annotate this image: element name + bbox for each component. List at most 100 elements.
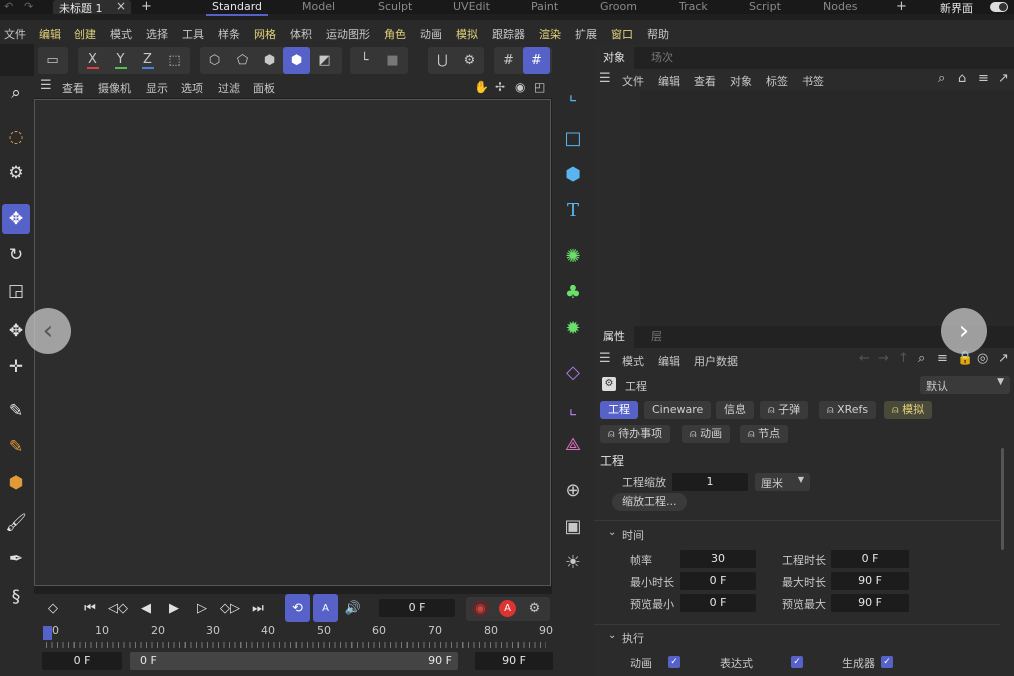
pin-icon[interactable]: ◎ <box>977 351 988 366</box>
pen-icon[interactable]: ✎ <box>2 396 30 426</box>
preset-dropdown[interactable]: 默认 ▼ <box>920 376 1010 394</box>
magnet-icon[interactable]: ⋃ <box>429 47 456 74</box>
spline-smooth-icon[interactable]: § <box>2 582 30 612</box>
light-icon[interactable]: ☀ <box>557 546 589 578</box>
attributes-filter-icon[interactable]: ≡ <box>937 351 948 366</box>
field-icon[interactable]: ◇ <box>557 356 589 388</box>
previous-arrow-button[interactable]: ‹ <box>25 308 71 354</box>
menu-window[interactable]: 窗口 <box>611 26 633 42</box>
menu-character[interactable]: 角色 <box>384 26 406 42</box>
objects-menu-view[interactable]: 查看 <box>694 73 716 89</box>
exec-section-title[interactable]: 执行 <box>622 630 644 646</box>
objects-menu-objects[interactable]: 对象 <box>730 73 752 89</box>
viewport-menu-filter[interactable]: 过滤 <box>218 80 240 96</box>
objects-menu-edit[interactable]: 编辑 <box>658 73 680 89</box>
menu-select[interactable]: 选择 <box>146 26 168 42</box>
menu-file[interactable]: 文件 <box>4 26 26 42</box>
tab-layers[interactable]: 层 <box>642 326 671 348</box>
back-arrow-icon[interactable]: ← <box>859 351 870 366</box>
scale-input[interactable]: 1 <box>672 473 748 491</box>
menu-volume[interactable]: 体积 <box>290 26 312 42</box>
brush-icon[interactable]: 🖌 <box>2 508 30 538</box>
search-icon[interactable]: ⌕ <box>2 78 30 108</box>
z-axis-lock-button[interactable]: Z <box>134 47 161 74</box>
animation-checkbox[interactable]: ✓ <box>668 656 680 668</box>
attributes-scrollbar[interactable] <box>1001 448 1004 550</box>
viewport-menu-cameras[interactable]: 摄像机 <box>98 80 131 96</box>
redo-icon[interactable]: ↷ <box>24 0 33 13</box>
deformer-icon[interactable]: ✹ <box>557 312 589 344</box>
points-mode-icon[interactable]: ⬡ <box>201 47 228 74</box>
cloner-icon[interactable]: ♣ <box>557 276 589 308</box>
layout-tab-track[interactable]: Track <box>679 0 708 13</box>
time-section-title[interactable]: 时间 <box>622 527 644 543</box>
uv-mode-icon[interactable]: ◩ <box>311 47 338 74</box>
layout-tab-model[interactable]: Model <box>302 0 335 13</box>
sound-icon[interactable]: 🔊 <box>342 594 364 622</box>
menu-tools[interactable]: 工具 <box>182 26 204 42</box>
dolly-icon[interactable]: ✢ <box>495 80 505 94</box>
menu-mograph[interactable]: 运动图形 <box>326 26 370 42</box>
viewport-menu-hamburger-icon[interactable]: ☰ <box>40 78 52 93</box>
undo-icon[interactable]: ↶ <box>4 0 13 13</box>
menu-edit[interactable]: 编辑 <box>39 26 61 42</box>
maximize-view-icon[interactable]: ◰ <box>534 80 545 94</box>
objects-menu-tags[interactable]: 标签 <box>766 73 788 89</box>
record-icon[interactable]: ◉ <box>472 600 489 617</box>
preview-max-input[interactable]: 90 F <box>831 594 909 612</box>
layout-tab-paint[interactable]: Paint <box>531 0 558 13</box>
objects-menu-file[interactable]: 文件 <box>622 73 644 89</box>
tab-info[interactable]: 信息 <box>716 401 754 419</box>
new-document-button[interactable]: + <box>141 0 152 14</box>
menu-spline[interactable]: 样条 <box>218 26 240 42</box>
grid-snap-icon[interactable]: # <box>523 47 550 74</box>
chevron-down-icon[interactable]: ⌄ <box>608 527 616 538</box>
menu-render[interactable]: 渲染 <box>539 26 561 42</box>
frame-ruler[interactable]: 0 10 20 30 40 50 60 70 80 90 <box>42 624 553 650</box>
layout-tab-standard[interactable]: Standard <box>212 0 262 13</box>
menu-animate[interactable]: 动画 <box>420 26 442 42</box>
objects-search-icon[interactable]: ⌕ <box>938 71 945 86</box>
spline-object-icon[interactable]: □ <box>557 122 589 154</box>
coordinate-system-icon[interactable]: ⬚ <box>161 47 188 74</box>
tab-xrefs[interactable]: ⍝ XRefs <box>819 401 877 419</box>
viewport-menu-options[interactable]: 选项 <box>181 80 203 96</box>
spline-pen-icon[interactable]: ✒ <box>2 544 30 574</box>
next-arrow-button[interactable]: › <box>941 308 987 354</box>
model-mode-icon[interactable]: ⬢ <box>283 47 310 74</box>
up-arrow-icon[interactable]: ↑ <box>898 351 909 366</box>
end-frame-field[interactable]: 90 F <box>475 652 553 670</box>
keyframe-icon[interactable]: ◇ <box>42 594 64 622</box>
range-slider[interactable]: 0 F 90 F <box>130 652 458 670</box>
record-settings-icon[interactable]: ⚙ <box>526 600 543 617</box>
scale-icon[interactable]: ◲ <box>2 276 30 306</box>
attributes-menu-hamburger-icon[interactable]: ☰ <box>599 351 611 366</box>
close-tab-icon[interactable]: × <box>116 0 126 13</box>
grid-icon[interactable]: # <box>495 47 522 74</box>
tab-project[interactable]: 工程 <box>600 401 638 419</box>
tab-simulation[interactable]: ⍝ 模拟 <box>884 401 933 419</box>
layout-tab-nodes[interactable]: Nodes <box>823 0 857 13</box>
tab-todo[interactable]: ⍝ 待办事项 <box>600 425 671 443</box>
expressions-checkbox[interactable]: ✓ <box>791 656 803 668</box>
objects-list[interactable] <box>640 90 1014 326</box>
fps-input[interactable]: 30 <box>680 550 756 568</box>
attributes-menu-userdata[interactable]: 用户数据 <box>694 353 738 369</box>
attributes-menu-edit[interactable]: 编辑 <box>658 353 680 369</box>
cube-object-icon[interactable]: ⬢ <box>557 158 589 190</box>
x-axis-lock-button[interactable]: X <box>79 47 106 74</box>
text-object-icon[interactable]: T <box>557 194 589 226</box>
forward-arrow-icon[interactable]: → <box>878 351 889 366</box>
menu-mode[interactable]: 模式 <box>110 26 132 42</box>
max-time-input[interactable]: 90 F <box>831 572 909 590</box>
autokey-icon[interactable]: A <box>499 600 516 617</box>
next-key-icon[interactable]: ◇▷ <box>219 594 241 622</box>
viewport-menu-view[interactable]: 查看 <box>62 80 84 96</box>
workplane-icon[interactable]: ■ <box>379 47 406 74</box>
objects-menu-bookmarks[interactable]: 书签 <box>802 73 824 89</box>
objects-new-window-icon[interactable]: ↗ <box>998 71 1009 86</box>
live-selection-icon[interactable]: ◌ <box>2 122 30 152</box>
pan-icon[interactable]: ✋ <box>474 80 489 94</box>
viewport[interactable] <box>34 99 551 586</box>
null-object-icon[interactable]: ⌞ <box>557 392 589 424</box>
